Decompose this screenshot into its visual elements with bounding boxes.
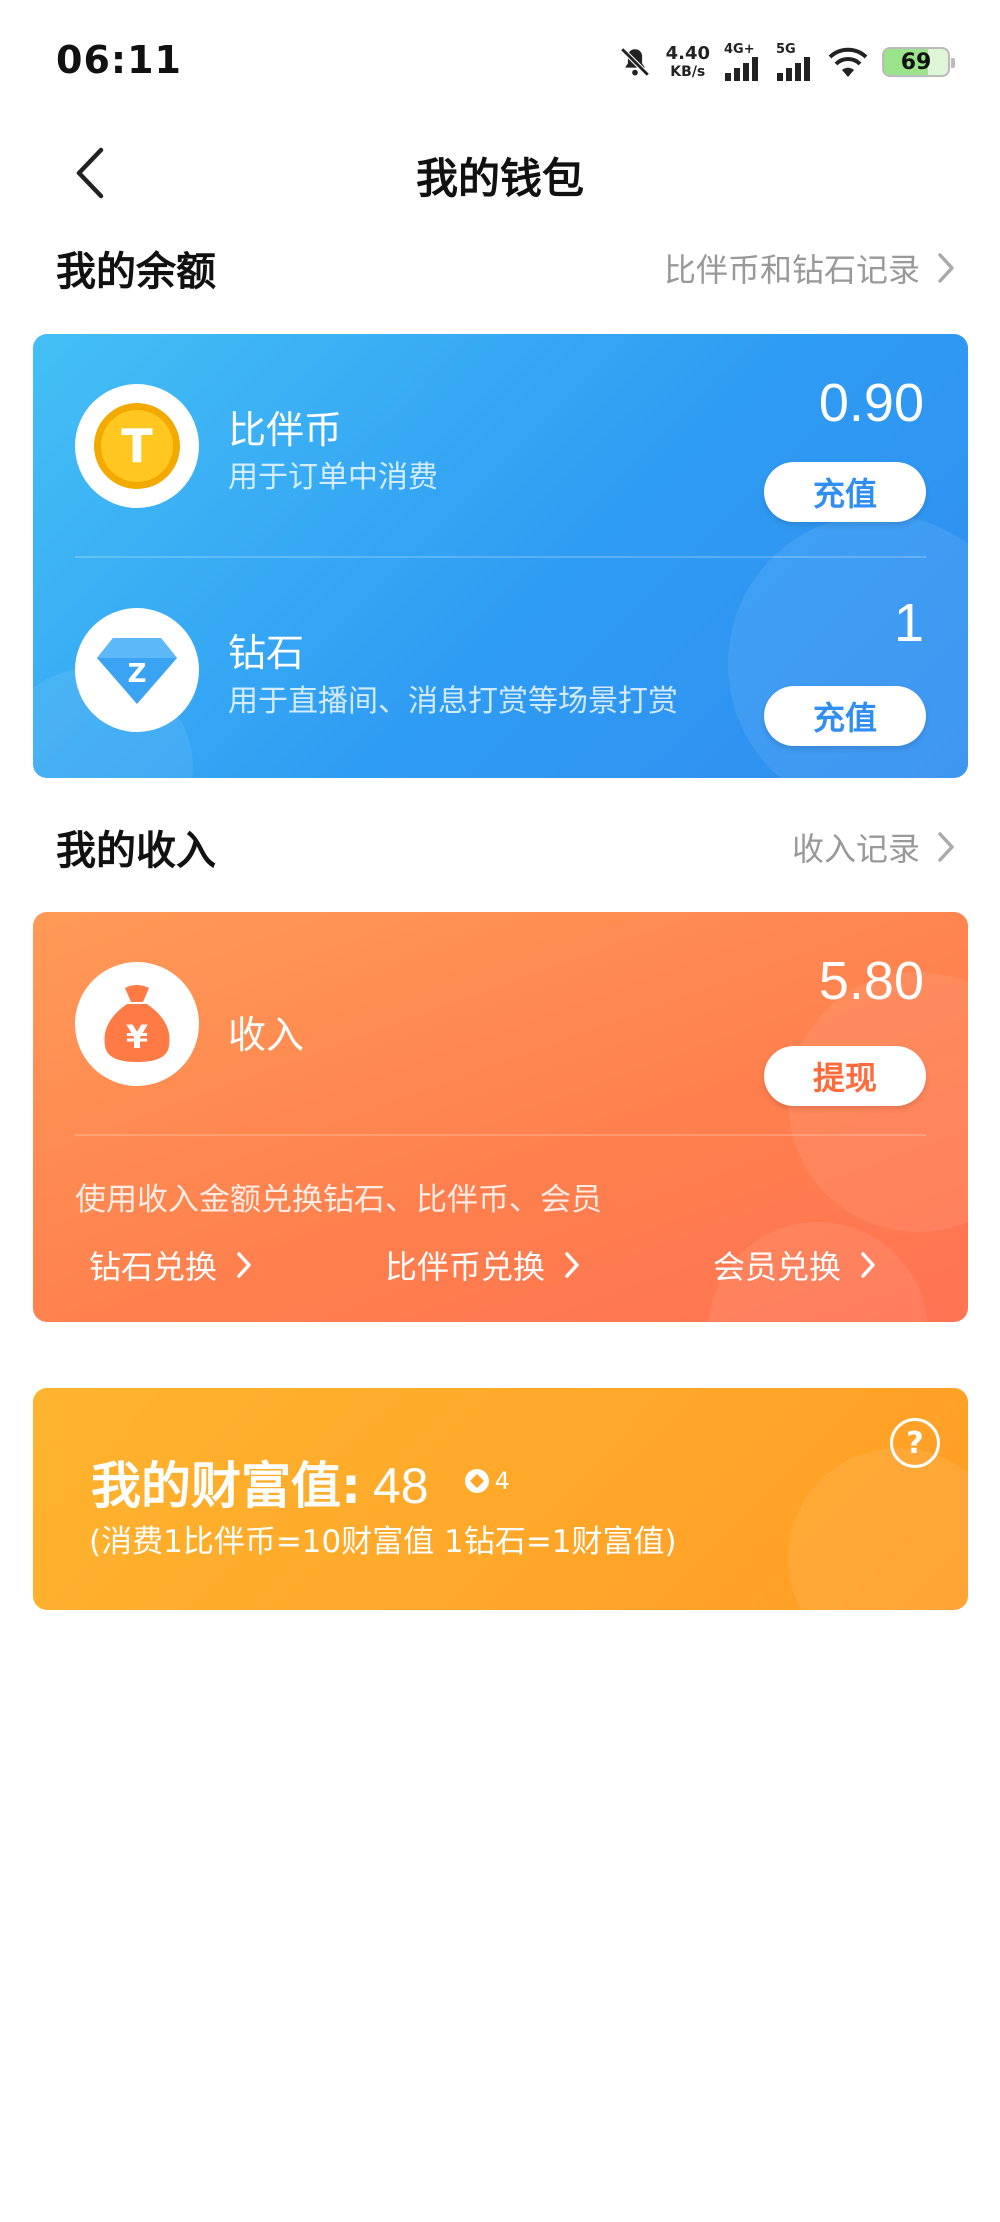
sim2-label: 5G (776, 42, 796, 57)
balance-records-label: 比伴币和钻石记录 (663, 251, 920, 289)
header: 我的钱包 (0, 135, 1000, 215)
balance-section-header: 我的余额 比伴币和钻石记录 (56, 238, 956, 298)
money-bag-icon: ¥ (104, 985, 170, 1062)
status-time: 06:11 (56, 38, 182, 82)
chevron-right-icon (237, 1252, 251, 1278)
bell-muted-icon (620, 47, 650, 77)
coin-icon: T (94, 403, 180, 489)
vip-exchange-label: 会员兑换 (713, 1248, 842, 1286)
income-section-header: 我的收入 收入记录 (56, 817, 956, 877)
diamond-icon-letter: Z (128, 659, 147, 689)
income-icon-circle: ¥ (75, 962, 199, 1086)
coin-exchange-label: 比伴币兑换 (385, 1248, 546, 1286)
money-bag-icon-symbol: ¥ (126, 1018, 148, 1056)
network-speed-unit: KB/s (670, 64, 706, 80)
diamond-row: Z 钻石 用于直播间、消息打赏等场景打赏 1 充值 (33, 556, 968, 766)
battery-level: 69 (900, 49, 932, 75)
income-name: 收入 (228, 1013, 305, 1057)
diamond-icon-circle: Z (75, 608, 199, 732)
vip-exchange-link[interactable]: 会员兑换 (713, 1242, 877, 1288)
coin-row: T 比伴币 用于订单中消费 0.90 充值 (33, 334, 968, 544)
network-speed-value: 4.40 (665, 43, 710, 64)
wealth-title: 我的财富值: 48 4 (91, 1446, 510, 1518)
status-icons: 4.40 KB/s 4G+ 5G 69 (618, 38, 955, 86)
chevron-right-icon (565, 1252, 579, 1278)
status-bar: 06:11 4.40 KB/s 4G+ 5G 69 (0, 0, 1000, 120)
chevron-right-icon (861, 1252, 875, 1278)
coin-exchange-link[interactable]: 比伴币兑换 (385, 1242, 581, 1288)
income-card: ¥ 收入 5.80 提现 使用收入金额兑换钻石、比伴币、会员 钻石兑换 比伴币兑… (33, 912, 968, 1322)
wealth-level-badge: 4 (463, 1467, 510, 1495)
balance-records-link[interactable]: 比伴币和钻石记录 (664, 245, 956, 291)
wifi-icon (828, 47, 868, 77)
diamond-recharge-button[interactable]: 充值 (764, 686, 926, 746)
signal-bars-icon (777, 57, 810, 81)
sim1-signal: 4G+ (724, 43, 762, 81)
sim2-signal: 5G (776, 43, 814, 81)
wealth-note: (消费1比伴币=10财富值 1钻石=1财富值) (89, 1524, 677, 1560)
income-amount: 5.80 (818, 951, 924, 1011)
coin-icon-circle: T (75, 384, 199, 508)
card-decoration (788, 1448, 968, 1610)
wealth-level-value: 4 (494, 1467, 510, 1495)
wealth-card: 我的财富值: 48 4 (消费1比伴币=10财富值 1钻石=1财富值) ? (33, 1388, 968, 1610)
income-records-link[interactable]: 收入记录 (792, 824, 956, 870)
sim1-label: 4G+ (724, 42, 755, 57)
withdraw-button[interactable]: 提现 (764, 1046, 926, 1106)
battery-indicator: 69 (882, 47, 955, 77)
help-button[interactable]: ? (890, 1418, 940, 1468)
signal-bars-icon (725, 57, 758, 81)
income-divider (75, 1134, 926, 1136)
diamond-exchange-link[interactable]: 钻石兑换 (89, 1242, 253, 1288)
chevron-right-icon (938, 832, 954, 862)
wealth-value: 48 (373, 1458, 429, 1514)
diamond-name: 钻石 (228, 631, 305, 675)
income-records-label: 收入记录 (791, 830, 920, 868)
coin-desc: 用于订单中消费 (228, 460, 438, 495)
diamond-exchange-label: 钻石兑换 (89, 1248, 218, 1286)
coin-amount: 0.90 (818, 373, 924, 433)
coin-icon-letter: T (121, 419, 153, 473)
coin-name: 比伴币 (228, 408, 343, 452)
question-icon: ? (906, 1425, 924, 1461)
balance-card: T 比伴币 用于订单中消费 0.90 充值 Z 钻石 用于直播间、消息打赏等场景… (33, 334, 968, 778)
level-badge-icon (464, 1469, 489, 1493)
wealth-label: 我的财富值: (91, 1457, 361, 1515)
coin-recharge-button[interactable]: 充值 (764, 462, 926, 522)
balance-section-title: 我的余额 (56, 249, 216, 295)
diamond-icon: Z (97, 638, 177, 704)
diamond-desc: 用于直播间、消息打赏等场景打赏 (228, 684, 678, 719)
exchange-description: 使用收入金额兑换钻石、比伴币、会员 (75, 1182, 602, 1218)
exchange-options: 钻石兑换 比伴币兑换 会员兑换 (33, 1242, 968, 1292)
network-speed: 4.40 KB/s (665, 43, 710, 80)
income-section-title: 我的收入 (56, 828, 216, 874)
chevron-right-icon (938, 253, 954, 283)
diamond-amount: 1 (893, 593, 924, 653)
page-title: 我的钱包 (415, 154, 584, 203)
